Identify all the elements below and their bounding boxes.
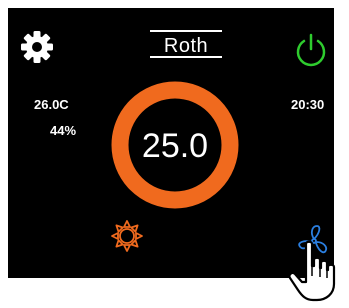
heat-mode-button[interactable]	[109, 218, 145, 254]
sun-icon	[111, 220, 143, 252]
power-button[interactable]	[293, 32, 329, 68]
brand-logo: Roth	[146, 30, 226, 58]
humidity-reading: 44%	[50, 123, 77, 138]
logo-text: Roth	[163, 35, 209, 57]
room-temperature: 26.0C	[34, 97, 69, 112]
setpoint-temperature: 25.0	[141, 127, 209, 165]
power-icon	[296, 33, 326, 67]
gear-icon	[21, 31, 53, 63]
logo-rule-top	[150, 30, 222, 32]
hand-pointer-icon	[286, 240, 342, 302]
settings-button[interactable]	[18, 28, 56, 66]
clock-time: 20:30	[291, 97, 325, 112]
thermostat-screen: Roth 26.0C 44% 20:30 25.0	[8, 8, 334, 278]
logo-rule-bottom	[150, 56, 222, 58]
